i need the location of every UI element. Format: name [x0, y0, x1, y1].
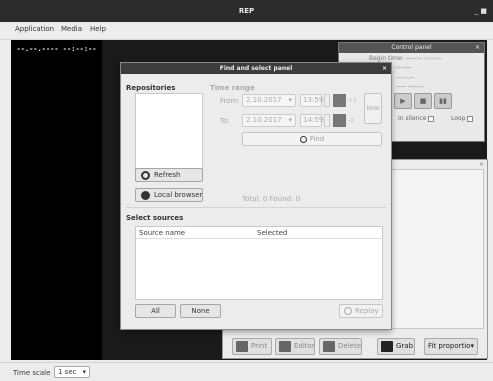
app-title: REP: [238, 7, 255, 15]
to-date-picker[interactable]: 2.10.2017 ▾: [242, 114, 296, 127]
loop-checkbox[interactable]: Loop: [451, 115, 474, 122]
from-date-picker[interactable]: 2.10.2017 ▾: [242, 94, 296, 107]
compass-icon: [141, 190, 150, 200]
now-button[interactable]: Now: [364, 93, 382, 124]
chevron-down-icon: ▾: [82, 368, 86, 376]
delete-button[interactable]: Delete: [319, 338, 362, 355]
cp-time-row-4: --.--.--: [397, 74, 414, 81]
from-time-value: 13:59: [303, 96, 324, 104]
select-sources-label: Select sources: [126, 214, 184, 222]
printer-icon: [236, 340, 248, 352]
fit-proportion-select[interactable]: Fit proportio▾: [424, 338, 478, 355]
play-button[interactable]: ▶: [394, 93, 412, 109]
control-panel-titlebar[interactable]: Control panel ×: [339, 43, 484, 53]
to-time-spinner[interactable]: [324, 114, 330, 127]
replay-button[interactable]: Replay: [339, 304, 383, 318]
chevron-down-icon: ▾: [288, 116, 292, 124]
arrow-down-left-icon[interactable]: [333, 94, 346, 107]
window-controls[interactable]: _ ■: [475, 7, 487, 15]
begin-time-text: Begin time: --:--:-- --:--:--: [369, 55, 442, 62]
time-scale-label: Time scale: [13, 369, 51, 377]
checkbox-icon[interactable]: [467, 115, 474, 122]
replay-label: Replay: [355, 307, 379, 315]
select-none-button[interactable]: None: [180, 304, 221, 318]
divider: [126, 207, 386, 208]
to-time-value: 14:59: [303, 116, 324, 124]
camera-icon: [381, 340, 393, 352]
sources-table[interactable]: Source name Selected: [135, 226, 383, 300]
to-label: To:: [220, 117, 230, 125]
to-time-field[interactable]: 14:59: [300, 114, 324, 127]
close-icon[interactable]: ×: [479, 161, 484, 168]
from-date-value: 2.10.2017: [246, 96, 282, 104]
minus-one-label: -1: [348, 117, 354, 124]
column-selected[interactable]: Selected: [257, 229, 287, 237]
time-scale-select[interactable]: 1 sec ▾: [54, 366, 90, 378]
find-and-select-dialog: Find and select panel × Repositories Ref…: [120, 62, 392, 330]
menu-help[interactable]: Help: [90, 25, 106, 33]
menu-bar: Application Media Help: [0, 22, 493, 40]
source-list-panel: --.--.---- --:--:--: [11, 40, 102, 360]
grab-label: Grab: [396, 342, 414, 350]
from-time-spinner[interactable]: [324, 94, 330, 107]
from-label: From:: [220, 97, 240, 105]
find-button[interactable]: Find: [242, 132, 382, 146]
dialog-titlebar[interactable]: Find and select panel ×: [121, 63, 391, 74]
print-button[interactable]: Print: [232, 338, 272, 355]
arrow-up-left-icon[interactable]: [333, 114, 346, 127]
checkbox-icon[interactable]: [428, 115, 435, 122]
clock-display: --.--.---- --:--:--: [16, 45, 97, 53]
delete-label: Delete: [338, 342, 361, 350]
refresh-label: Refresh: [154, 171, 181, 179]
silence-label: In silence: [398, 115, 427, 122]
plus-one-label: +1: [348, 97, 357, 104]
sources-table-header: Source name Selected: [136, 227, 382, 239]
column-source-name[interactable]: Source name: [139, 229, 185, 237]
menu-media[interactable]: Media: [61, 25, 82, 33]
chevron-down-icon: ▾: [288, 96, 292, 104]
status-bar: Time scale 1 sec ▾: [0, 362, 493, 381]
cp-time-row-3: ---- --:--:--: [397, 83, 425, 90]
stop-button[interactable]: ■: [414, 93, 432, 109]
to-date-value: 2.10.2017: [246, 116, 282, 124]
control-panel-title: Control panel: [391, 44, 432, 51]
repositories-label: Repositories: [126, 84, 176, 92]
print-label: Print: [251, 342, 268, 350]
refresh-button[interactable]: Refresh: [135, 168, 203, 182]
find-label: Find: [309, 135, 325, 143]
from-time-field[interactable]: 13:59: [300, 94, 324, 107]
refresh-icon: [141, 170, 150, 180]
title-bar: REP _ ■: [0, 0, 493, 22]
menu-application[interactable]: Application: [15, 25, 54, 33]
close-icon[interactable]: ×: [475, 43, 480, 53]
step-button[interactable]: ▮▮: [434, 93, 452, 109]
silence-checkbox[interactable]: In silence: [398, 115, 435, 122]
local-browser-button[interactable]: Local browser: [135, 188, 203, 202]
select-all-button[interactable]: All: [135, 304, 176, 318]
local-browser-label: Local browser: [154, 191, 203, 199]
total-found-text: Total: 0 Found: 0: [242, 195, 301, 203]
fit-label: Fit proportio: [428, 342, 471, 350]
delete-icon: [323, 340, 335, 352]
dialog-title: Find and select panel: [219, 65, 293, 72]
edit-icon: [279, 340, 291, 352]
editor-label: Editor: [294, 342, 315, 350]
loop-label: Loop: [451, 115, 466, 122]
play-circle-icon: [344, 307, 352, 315]
search-icon: [299, 135, 307, 143]
time-range-label: Time range: [210, 84, 255, 92]
time-scale-value: 1 sec: [58, 368, 77, 376]
chevron-down-icon: ▾: [470, 342, 474, 350]
close-icon[interactable]: ×: [382, 63, 387, 74]
grab-button[interactable]: Grab: [377, 338, 415, 355]
repositories-list[interactable]: [135, 93, 203, 176]
editor-button[interactable]: Editor: [275, 338, 315, 355]
